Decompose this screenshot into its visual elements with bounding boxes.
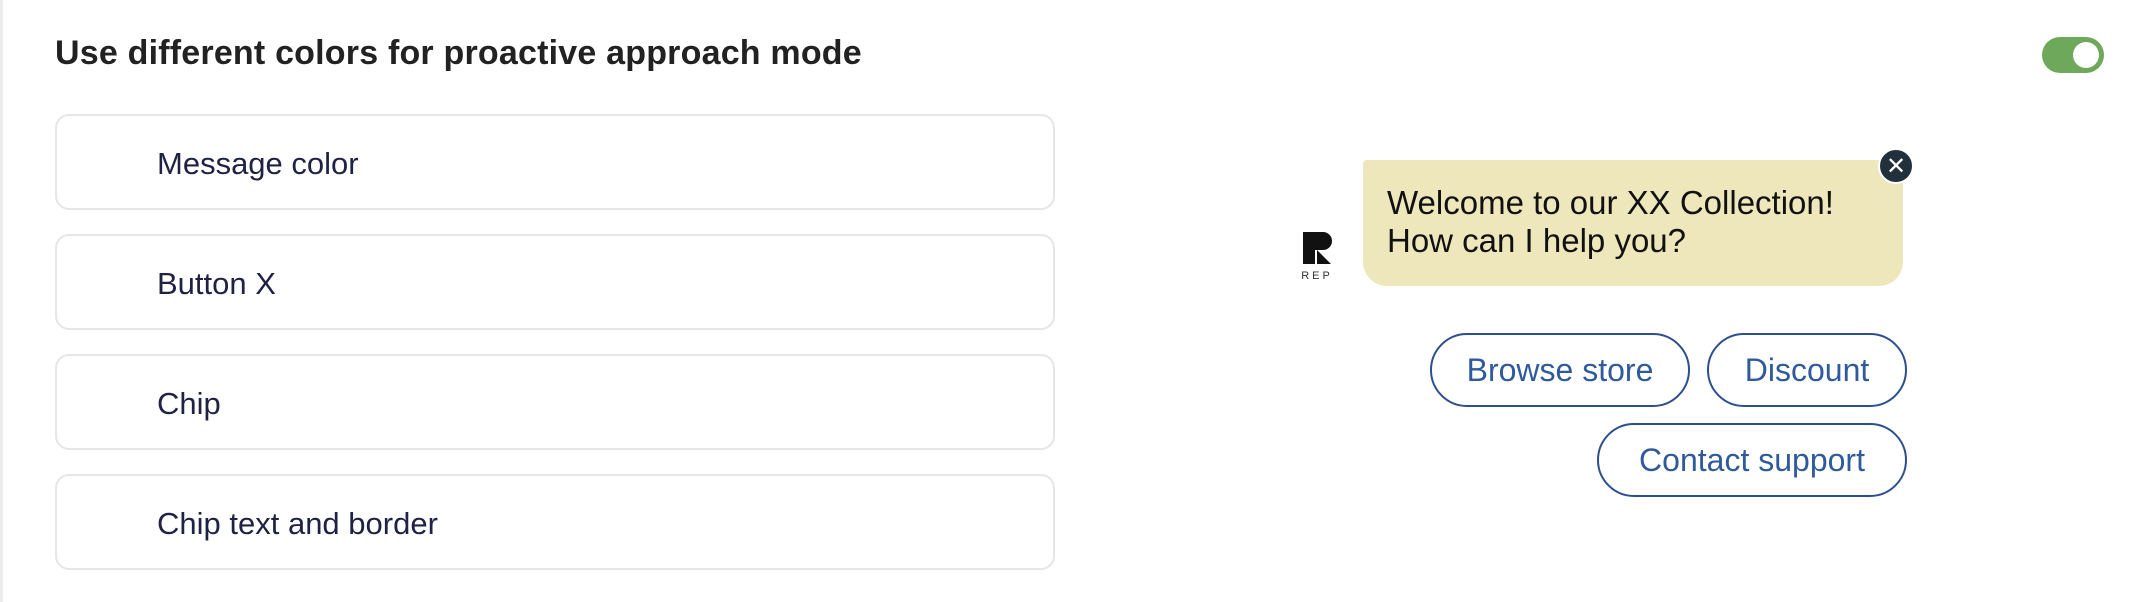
color-swatch[interactable] — [85, 384, 125, 424]
color-option-chip-text-border[interactable]: Chip text and border — [55, 474, 1055, 570]
color-option-button-x[interactable]: Button X — [55, 234, 1055, 330]
welcome-message-line-1: Welcome to our XX Collection! — [1387, 184, 1834, 221]
color-option-label: Chip — [157, 386, 221, 421]
chip-browse-store[interactable]: Browse store — [1430, 333, 1690, 407]
close-icon[interactable]: ✕ — [1878, 148, 1914, 184]
proactive-colors-toggle[interactable] — [2042, 37, 2104, 73]
color-option-message-color[interactable]: Message color — [55, 114, 1055, 210]
rep-logo-icon: REP — [1297, 230, 1337, 290]
brand-text: REP — [1301, 270, 1333, 282]
chip-discount[interactable]: Discount — [1707, 333, 1907, 407]
section-title: Use different colors for proactive appro… — [55, 34, 862, 72]
color-swatch[interactable] — [85, 264, 125, 304]
chip-contact-support[interactable]: Contact support — [1597, 423, 1907, 497]
welcome-message-bubble: Welcome to our XX Collection! How can I … — [1363, 160, 1903, 286]
color-option-label: Message color — [157, 146, 359, 181]
chat-preview: REP Welcome to our XX Collection! How ca… — [1283, 140, 1923, 520]
color-option-label: Button X — [157, 266, 276, 301]
toggle-knob — [2073, 42, 2099, 68]
color-swatch[interactable] — [85, 504, 125, 544]
color-option-chip[interactable]: Chip — [55, 354, 1055, 450]
color-swatch[interactable] — [85, 144, 125, 184]
rep-logo-mark — [1303, 232, 1332, 264]
settings-page: Use different colors for proactive appro… — [0, 0, 2150, 602]
color-options-list: Message color Button X Chip Chip text an… — [55, 114, 1055, 594]
welcome-message-line-2: How can I help you? — [1387, 222, 1687, 259]
color-option-label: Chip text and border — [157, 506, 438, 541]
